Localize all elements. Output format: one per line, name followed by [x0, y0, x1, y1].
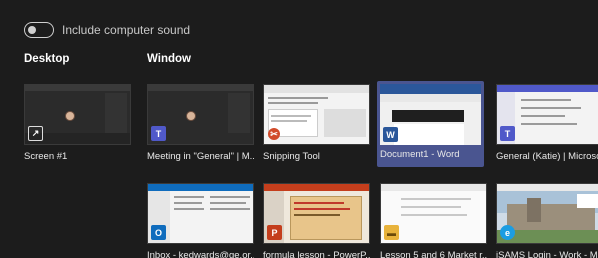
include-sound-toggle-row: Include computer sound: [24, 21, 190, 39]
tile-label: Screen #1: [24, 151, 68, 162]
snipping-tool-icon: ✂: [268, 128, 280, 140]
powerpoint-tile[interactable]: P formula lesson - PowerP...: [263, 183, 370, 258]
share-screen-icon: ↗: [28, 126, 43, 141]
outlook-inbox-thumbnail: O: [147, 183, 254, 244]
powerpoint-thumbnail: P: [263, 183, 370, 244]
tile-label: iSAMS Login - Work - M...: [496, 250, 598, 258]
teams-general-tile[interactable]: T General (Katie) | Microso...: [496, 84, 598, 162]
screen-1-tile[interactable]: ↗ Screen #1: [24, 84, 131, 162]
word-document-tile[interactable]: W Document1 - Word: [377, 81, 484, 167]
tile-label: formula lesson - PowerP...: [263, 250, 370, 258]
edge-icon: e: [500, 225, 515, 240]
teams-general-thumbnail: T: [496, 84, 598, 145]
edge-browser-thumbnail: e: [496, 183, 598, 244]
snipping-tool-tile[interactable]: ✂ Snipping Tool: [263, 84, 370, 162]
file-explorer-tile[interactable]: ▬ Lesson 5 and 6 Market r...: [380, 183, 487, 258]
screen-1-thumbnail: ↗: [24, 84, 131, 145]
word-icon: W: [383, 127, 398, 142]
include-sound-toggle[interactable]: [24, 22, 54, 38]
file-explorer-thumbnail: ▬: [380, 183, 487, 244]
meeting-window-tile[interactable]: T Meeting in "General" | M...: [147, 84, 254, 162]
tile-label: General (Katie) | Microso...: [496, 151, 598, 162]
snipping-tool-thumbnail: ✂: [263, 84, 370, 145]
file-explorer-icon: ▬: [384, 225, 399, 240]
edge-browser-tile[interactable]: e iSAMS Login - Work - M...: [496, 183, 598, 258]
tile-label: Lesson 5 and 6 Market r...: [380, 250, 487, 258]
powerpoint-icon: P: [267, 225, 282, 240]
teams-icon: T: [500, 126, 515, 141]
teams-icon: T: [151, 126, 166, 141]
desktop-section-heading: Desktop: [24, 53, 70, 65]
meeting-window-thumbnail: T: [147, 84, 254, 145]
tile-label: Meeting in "General" | M...: [147, 151, 254, 162]
window-section-heading: Window: [147, 53, 191, 65]
tile-label: Snipping Tool: [263, 151, 320, 162]
toggle-knob: [28, 25, 36, 34]
include-sound-label: Include computer sound: [62, 23, 191, 37]
outlook-inbox-tile[interactable]: O Inbox - kedwards@ge.or...: [147, 183, 254, 258]
outlook-icon: O: [151, 225, 166, 240]
tile-label: Inbox - kedwards@ge.or...: [147, 250, 254, 258]
tile-label: Document1 - Word: [380, 149, 460, 160]
word-document-thumbnail: W: [380, 84, 481, 145]
